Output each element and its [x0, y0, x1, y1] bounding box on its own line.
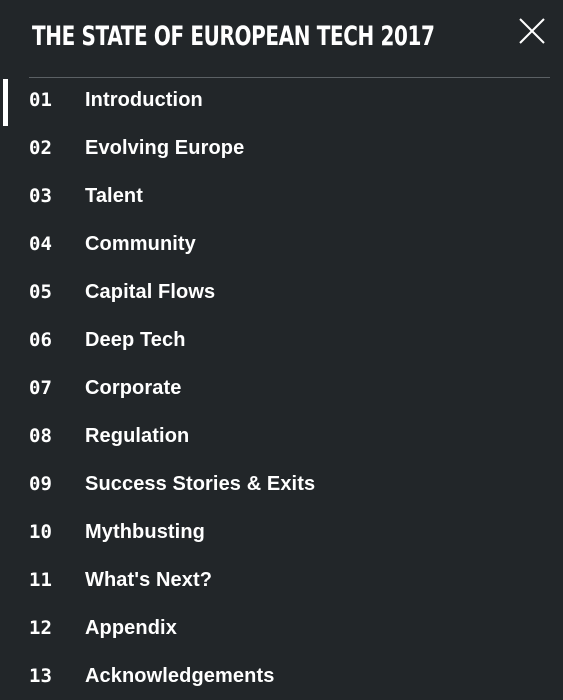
nav-item-number: 03 [29, 185, 52, 207]
nav-item-mythbusting[interactable]: 10 Mythbusting [0, 508, 563, 556]
nav-item-number: 02 [29, 137, 52, 159]
nav-item-success-stories-exits[interactable]: 09 Success Stories & Exits [0, 460, 563, 508]
nav-item-label: Appendix [85, 616, 177, 639]
close-button[interactable] [517, 16, 547, 46]
nav-item-community[interactable]: 04 Community [0, 220, 563, 268]
nav-item-appendix[interactable]: 12 Appendix [0, 604, 563, 652]
nav-item-regulation[interactable]: 08 Regulation [0, 412, 563, 460]
nav-item-label: Community [85, 232, 196, 255]
nav-item-number: 11 [29, 569, 52, 591]
nav-item-label: Capital Flows [85, 280, 216, 303]
report-title: THE STATE OF EUROPEAN TECH 2017 [32, 21, 435, 52]
nav-item-number: 01 [29, 89, 52, 111]
nav-item-label: Talent [85, 184, 144, 207]
nav-item-label: Evolving Europe [85, 136, 245, 159]
nav-item-number: 13 [29, 665, 52, 687]
nav-item-talent[interactable]: 03 Talent [0, 172, 563, 220]
nav-item-number: 05 [29, 281, 52, 303]
nav-item-number: 09 [29, 473, 52, 495]
menu-panel: THE STATE OF EUROPEAN TECH 2017 01 Intro… [0, 0, 563, 700]
nav-item-label: Deep Tech [85, 328, 186, 351]
nav-item-number: 08 [29, 425, 52, 447]
nav-item-acknowledgements[interactable]: 13 Acknowledgements [0, 652, 563, 700]
nav-item-number: 07 [29, 377, 52, 399]
nav-item-number: 04 [29, 233, 52, 255]
nav-item-label: Mythbusting [85, 520, 205, 543]
chapter-nav: 01 Introduction 02 Evolving Europe 03 Ta… [0, 76, 563, 700]
nav-item-label: Success Stories & Exits [85, 472, 316, 495]
nav-item-label: Introduction [85, 88, 203, 111]
nav-item-number: 06 [29, 329, 52, 351]
nav-item-label: Regulation [85, 424, 190, 447]
nav-item-label: Acknowledgements [85, 664, 275, 687]
nav-item-evolving-europe[interactable]: 02 Evolving Europe [0, 124, 563, 172]
nav-item-label: What's Next? [85, 568, 213, 591]
nav-item-corporate[interactable]: 07 Corporate [0, 364, 563, 412]
close-icon [519, 18, 545, 44]
nav-item-introduction[interactable]: 01 Introduction [0, 76, 563, 124]
nav-item-label: Corporate [85, 376, 182, 399]
nav-item-deep-tech[interactable]: 06 Deep Tech [0, 316, 563, 364]
nav-item-whats-next[interactable]: 11 What's Next? [0, 556, 563, 604]
nav-item-number: 10 [29, 521, 52, 543]
nav-item-capital-flows[interactable]: 05 Capital Flows [0, 268, 563, 316]
nav-item-number: 12 [29, 617, 52, 639]
